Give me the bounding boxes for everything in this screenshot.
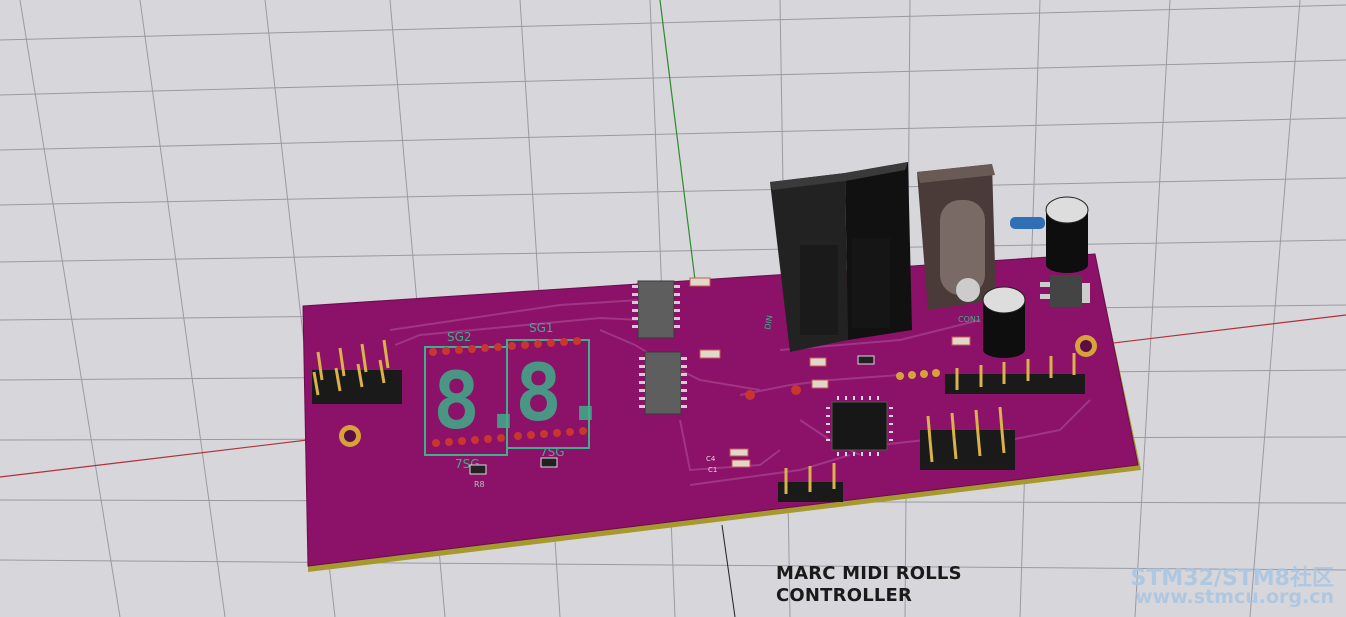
r8-label: R8: [474, 480, 485, 489]
ic-chip-icon: [826, 396, 893, 456]
sg1-label: 7SG: [540, 445, 565, 459]
electrolytic-capacitor-upper: [1045, 196, 1089, 273]
board-title-line1: MARC MIDI ROLLS: [776, 563, 962, 584]
sg1-digit: 8.: [515, 349, 609, 439]
sg2-ref: SG2: [447, 330, 472, 344]
soic-chip-upper: [632, 280, 680, 339]
z-axis: [721, 524, 736, 617]
con1-label: CON1: [958, 315, 981, 324]
c1-label: C1: [708, 466, 717, 474]
sg1-ref: SG1: [529, 321, 554, 335]
pcb-3d-viewer[interactable]: SG2 8. 7SG SG1 8. 7SG R8 C4 C1 DIN CON1: [0, 0, 1346, 617]
y-axis: [659, 0, 701, 321]
watermark-line2: www.stmcu.org.cn: [1135, 586, 1334, 608]
sg2-digit: 8.: [433, 357, 527, 447]
electrolytic-capacitor-lower: [982, 286, 1026, 358]
c4-label: C4: [706, 455, 716, 463]
soic-chip-lower: [639, 351, 687, 415]
board-title-line2: CONTROLLER: [776, 585, 913, 606]
axial-component: [1010, 217, 1045, 229]
